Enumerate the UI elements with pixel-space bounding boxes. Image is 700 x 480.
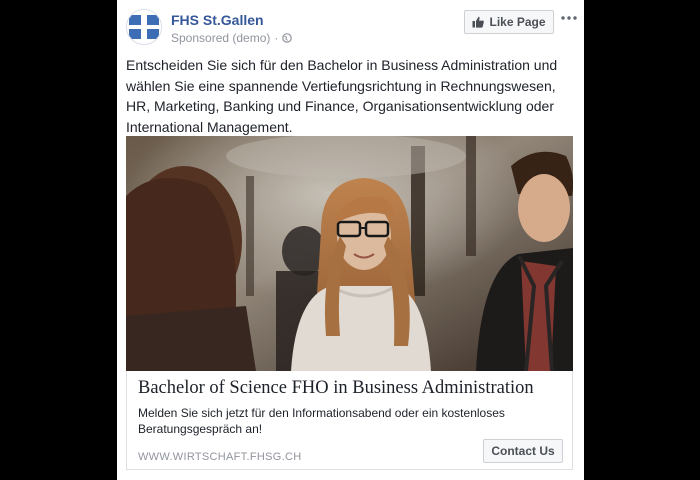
ad-headline[interactable]: Bachelor of Science FHO in Business Admi… bbox=[138, 378, 568, 399]
ad-image[interactable] bbox=[126, 136, 573, 371]
students-photo bbox=[126, 136, 573, 371]
like-page-label: Like Page bbox=[489, 15, 546, 29]
separator-dot: · bbox=[274, 31, 279, 45]
ad-domain: WWW.WIRTSCHAFT.FHSG.CH bbox=[138, 451, 302, 463]
sponsored-label[interactable]: Sponsored (demo) bbox=[171, 31, 270, 45]
like-page-button[interactable]: Like Page bbox=[464, 10, 554, 34]
page-name-link[interactable]: FHS St.Gallen bbox=[171, 12, 264, 28]
more-options-button[interactable] bbox=[559, 9, 579, 27]
contact-us-button[interactable]: Contact Us bbox=[483, 439, 563, 463]
globe-icon bbox=[282, 33, 293, 43]
ad-description: Melden Sie sich jetzt für den Informatio… bbox=[138, 406, 505, 436]
post-header: FHS St.Gallen Sponsored (demo) · Like Pa… bbox=[117, 0, 584, 52]
fhs-logo-icon bbox=[127, 10, 161, 44]
ad-link-box: Bachelor of Science FHO in Business Admi… bbox=[126, 371, 573, 470]
thumbs-up-icon bbox=[472, 16, 485, 28]
post-body-text: Entscheiden Sie sich für den Bachelor in… bbox=[126, 57, 558, 135]
sponsored-row: Sponsored (demo) · bbox=[171, 31, 293, 45]
ad-post-card: FHS St.Gallen Sponsored (demo) · Like Pa… bbox=[117, 0, 584, 480]
page-avatar[interactable] bbox=[126, 9, 162, 45]
more-dots-icon bbox=[561, 16, 577, 20]
